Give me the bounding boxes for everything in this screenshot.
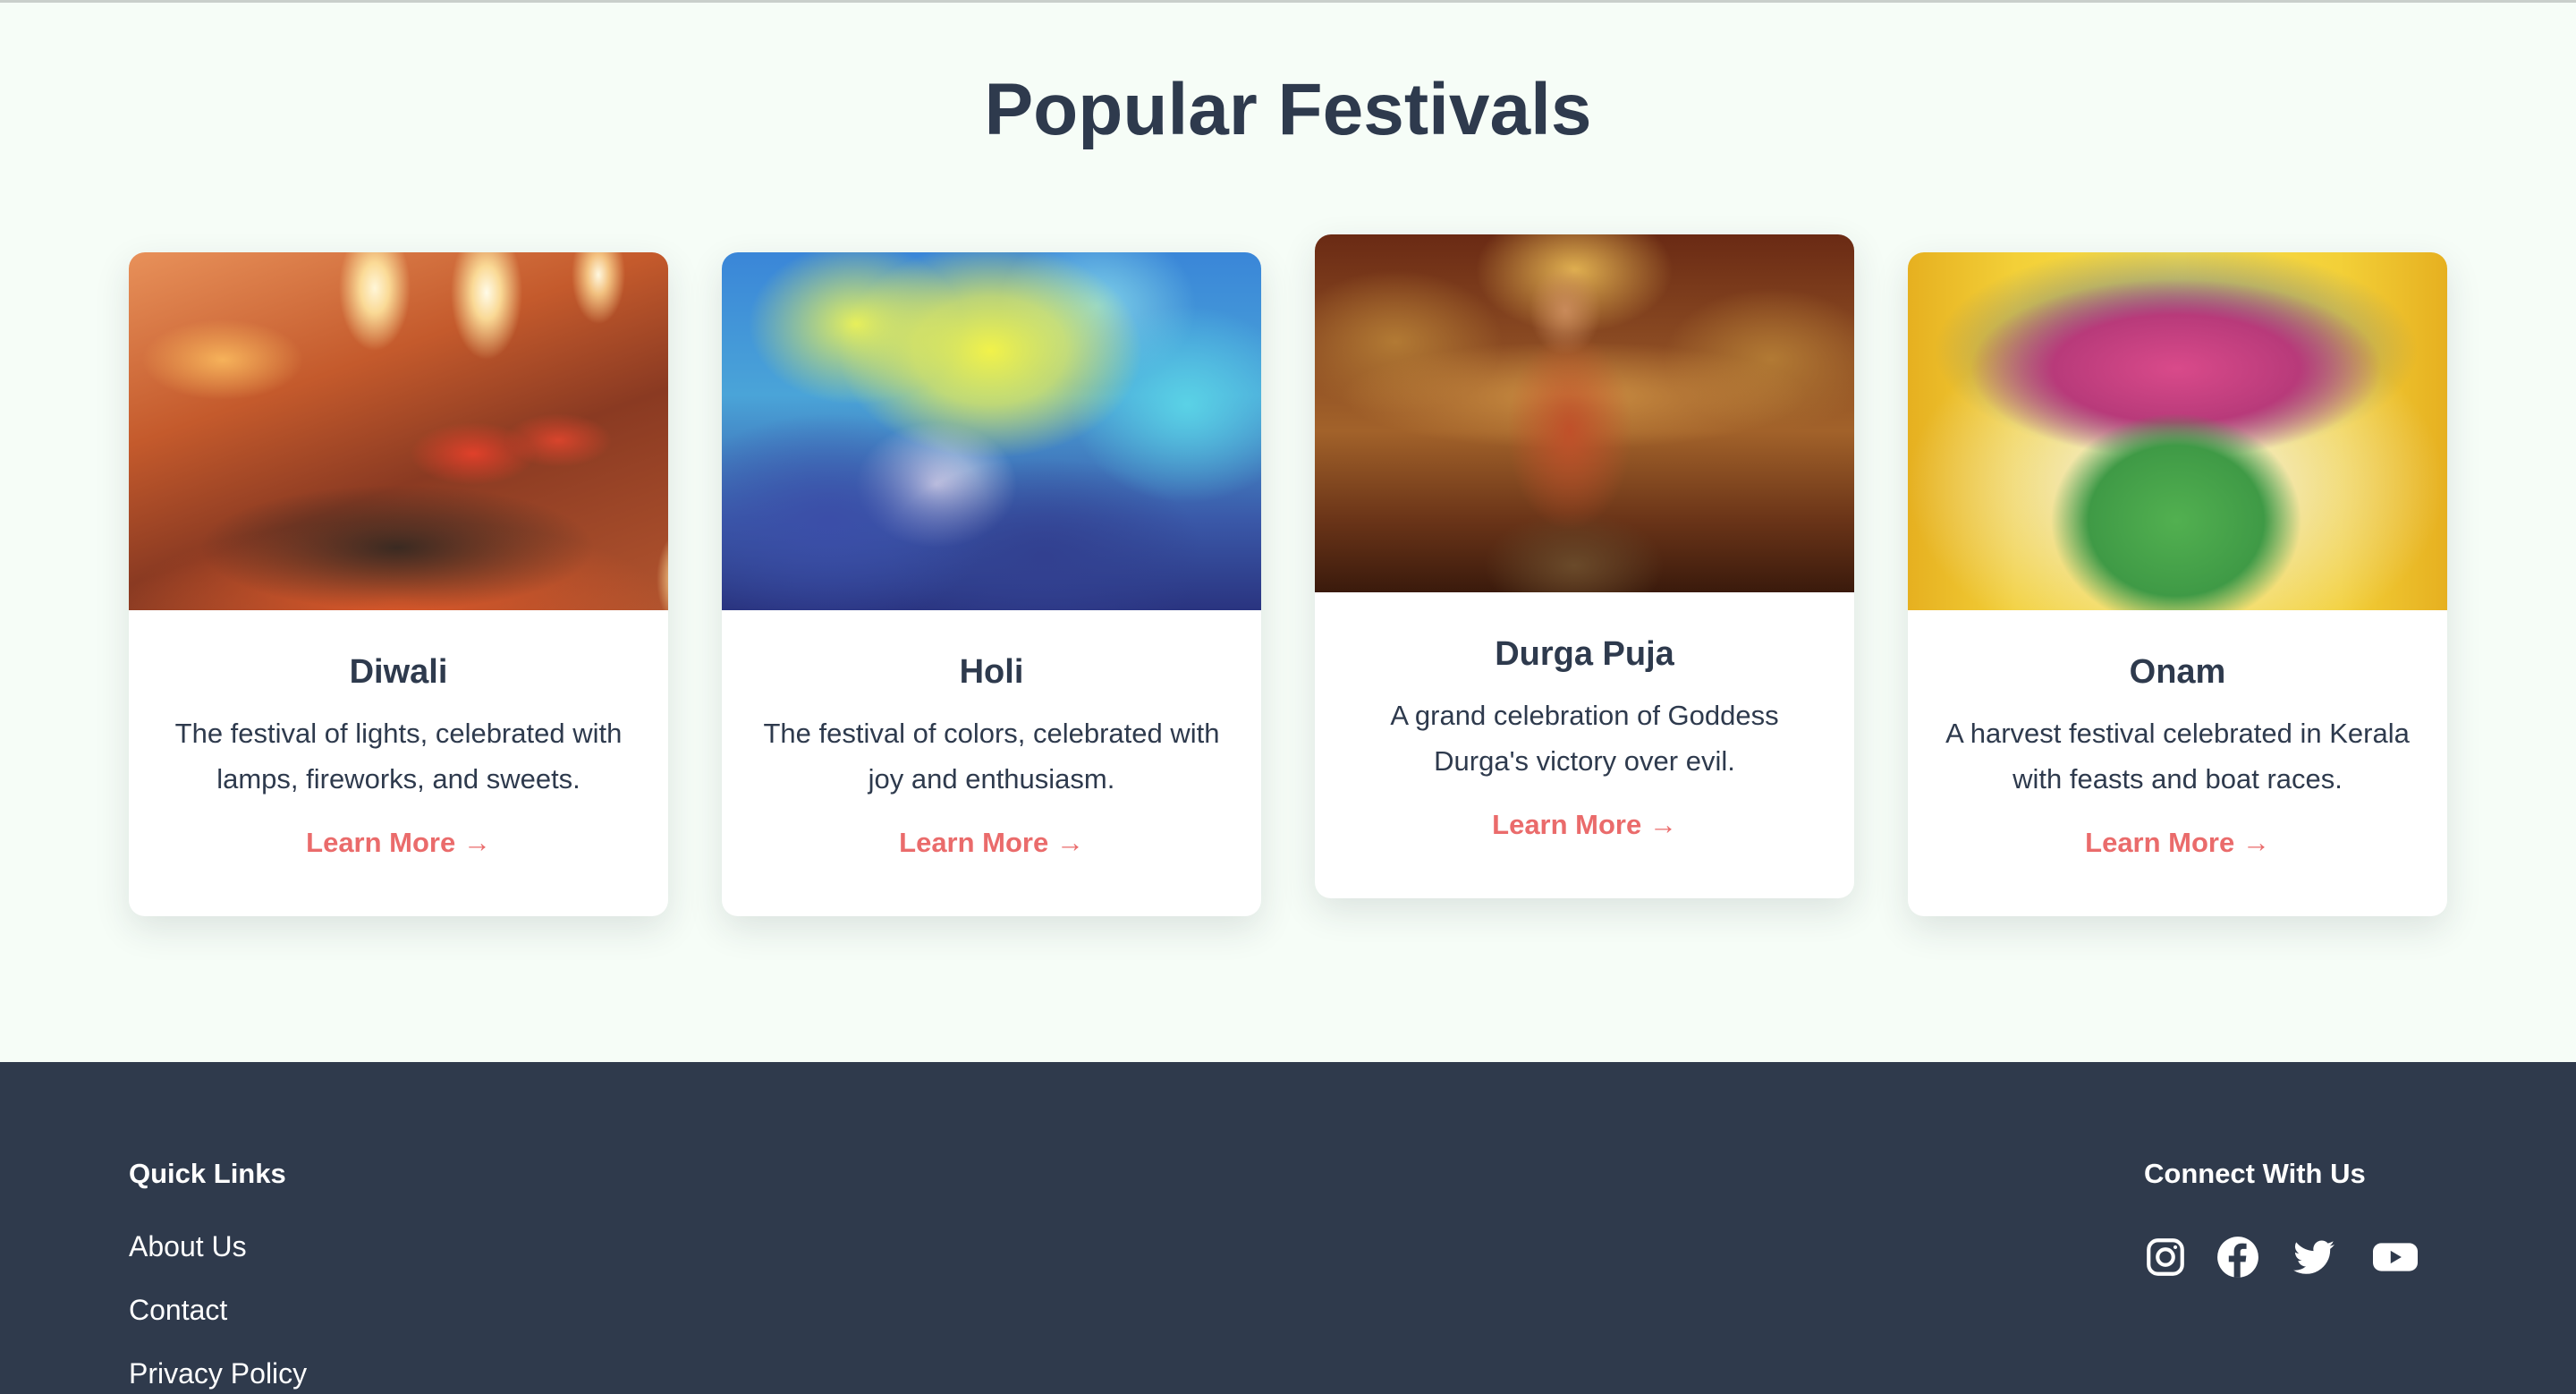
- section-title: Popular Festivals: [984, 69, 1592, 150]
- footer-link-privacy-policy[interactable]: Privacy Policy: [129, 1356, 307, 1391]
- festival-card-diwali: Diwali The festival of lights, celebrate…: [129, 252, 668, 916]
- festival-description: A harvest festival celebrated in Kerala …: [1945, 718, 2410, 795]
- learn-more-link-durga-puja[interactable]: Learn More →: [1492, 807, 1677, 843]
- festival-title: Diwali: [349, 653, 448, 691]
- festival-title: Onam: [2129, 653, 2226, 691]
- footer-link-about-us[interactable]: About Us: [129, 1228, 247, 1264]
- festival-description: A grand celebration of Goddess Durga's v…: [1390, 700, 1779, 777]
- holi-image: [722, 252, 1261, 610]
- festival-title: Holi: [959, 653, 1024, 691]
- festival-card-holi: Holi The festival of colors, celebrated …: [722, 252, 1261, 916]
- learn-more-link-onam[interactable]: Learn More →: [2085, 825, 2270, 861]
- durga-puja-image: [1315, 234, 1854, 592]
- learn-more-link-holi[interactable]: Learn More →: [899, 825, 1084, 861]
- festival-card-durga-puja: Durga Puja A grand celebration of Goddes…: [1315, 234, 1854, 898]
- youtube-icon[interactable]: [2370, 1235, 2420, 1279]
- twitter-icon[interactable]: [2292, 1235, 2336, 1279]
- diwali-image: [129, 252, 668, 610]
- site-footer: [0, 1062, 2576, 1394]
- footer-link-contact[interactable]: Contact: [129, 1292, 227, 1328]
- learn-more-link-diwali[interactable]: Learn More →: [306, 825, 491, 861]
- festival-description: The festival of colors, celebrated with …: [763, 718, 1220, 795]
- onam-image: [1908, 252, 2447, 610]
- instagram-icon[interactable]: [2143, 1235, 2188, 1279]
- facebook-icon[interactable]: [2216, 1235, 2260, 1279]
- festival-title: Durga Puja: [1495, 635, 1674, 673]
- connect-heading: Connect With Us: [2144, 1158, 2366, 1189]
- festival-card-onam: Onam A harvest festival celebrated in Ke…: [1908, 252, 2447, 916]
- festival-description: The festival of lights, celebrated with …: [174, 718, 623, 795]
- quick-links-heading: Quick Links: [129, 1158, 286, 1189]
